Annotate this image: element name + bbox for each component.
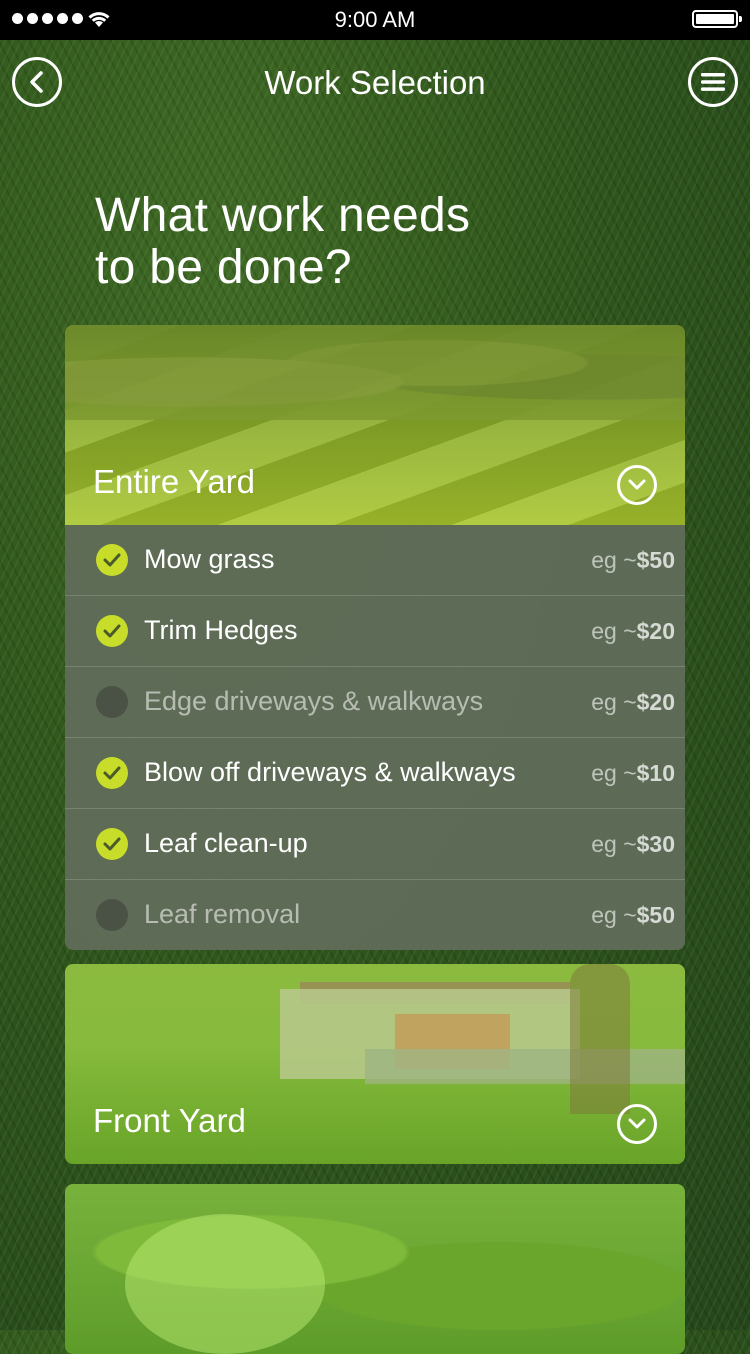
section-card-back-yard (65, 1184, 685, 1354)
task-label: Edge driveways & walkways (144, 686, 484, 716)
section-header-front-yard[interactable]: Front Yard (65, 964, 685, 1164)
task-price-prefix: eg ~ (591, 547, 637, 573)
task-price-value: $50 (636, 902, 675, 928)
task-price: eg ~$30 (591, 831, 675, 858)
status-bar: 9:00 AM (0, 0, 750, 40)
task-label: Trim Hedges (144, 615, 298, 645)
checkmark-unchecked-icon[interactable] (96, 686, 128, 718)
task-row[interactable]: Leaf clean-up eg ~$30 (65, 809, 685, 880)
driveway-photo (365, 1049, 685, 1084)
yard-photo (65, 325, 685, 420)
task-price-prefix: eg ~ (591, 760, 637, 786)
task-price-value: $30 (636, 831, 675, 857)
navigation-bar: Work Selection (0, 40, 750, 128)
headline-line-2: to be done? (95, 241, 352, 294)
checkmark-unchecked-icon[interactable] (96, 899, 128, 931)
checkmark-checked-icon[interactable] (96, 757, 128, 789)
task-price: eg ~$50 (591, 902, 675, 929)
page-title: Work Selection (264, 64, 486, 101)
section-label: Front Yard (93, 1102, 246, 1139)
task-price-prefix: eg ~ (591, 831, 637, 857)
task-row[interactable]: Leaf removal eg ~$50 (65, 880, 685, 950)
battery-icon (692, 10, 742, 28)
tree-photo (570, 964, 630, 1114)
section-label: Entire Yard (93, 463, 256, 500)
task-price: eg ~$10 (591, 760, 675, 787)
checkmark-checked-icon[interactable] (96, 615, 128, 647)
headline: What work needs to be done? (95, 190, 470, 294)
task-label: Leaf clean-up (144, 828, 308, 858)
garden-photo (125, 1214, 325, 1354)
status-time: 9:00 AM (334, 7, 416, 32)
task-price-prefix: eg ~ (591, 689, 637, 715)
chevron-down-icon[interactable] (617, 465, 657, 505)
headline-line-1: What work needs (95, 189, 471, 242)
checkmark-checked-icon[interactable] (96, 828, 128, 860)
task-row[interactable]: Blow off driveways & walkways eg ~$10 (65, 738, 685, 809)
task-price-value: $20 (636, 618, 675, 644)
section-header-back-yard[interactable] (65, 1184, 685, 1354)
checkmark-checked-icon[interactable] (96, 544, 128, 576)
task-price-prefix: eg ~ (591, 618, 637, 644)
menu-button[interactable] (688, 57, 738, 107)
section-card-front-yard: Front Yard (65, 964, 685, 1164)
task-row[interactable]: Edge driveways & walkways eg ~$20 (65, 667, 685, 738)
task-price: eg ~$50 (591, 547, 675, 574)
section-header-entire-yard[interactable]: Entire Yard (65, 325, 685, 525)
task-price-prefix: eg ~ (591, 902, 637, 928)
task-price-value: $10 (636, 760, 675, 786)
task-row[interactable]: Trim Hedges eg ~$20 (65, 596, 685, 667)
task-price-value: $50 (636, 547, 675, 573)
task-row[interactable]: Mow grass eg ~$50 (65, 525, 685, 596)
task-price-value: $20 (636, 689, 675, 715)
task-label: Blow off driveways & walkways (144, 757, 516, 787)
section-card-entire-yard: Entire Yard Mow grass eg ~$50 Trim Hedges e… (65, 325, 685, 950)
task-label: Mow grass (144, 544, 275, 574)
task-price: eg ~$20 (591, 689, 675, 716)
chevron-down-icon[interactable] (617, 1104, 657, 1144)
task-price: eg ~$20 (591, 618, 675, 645)
task-label: Leaf removal (144, 899, 301, 929)
hamburger-icon (701, 73, 725, 91)
task-list: Mow grass eg ~$50 Trim Hedges eg ~$20 Edge d… (65, 525, 685, 950)
